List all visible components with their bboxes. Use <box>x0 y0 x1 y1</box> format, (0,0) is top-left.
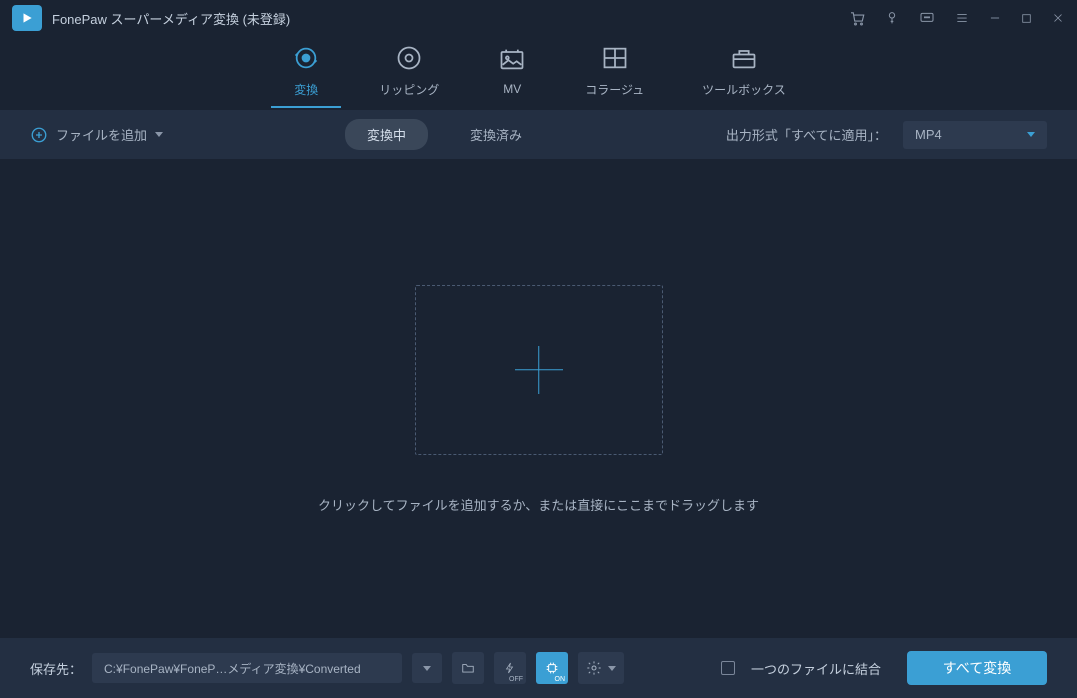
save-to-label: 保存先： <box>30 659 82 678</box>
ripping-icon <box>394 43 424 73</box>
tab-label: リッピング <box>379 81 439 98</box>
tab-mv[interactable]: MV <box>497 44 527 102</box>
gpu-toggle[interactable]: ON <box>536 652 568 684</box>
tab-collage[interactable]: コラージュ <box>585 43 644 104</box>
convert-all-button[interactable]: すべて変換 <box>907 651 1047 685</box>
output-format-select[interactable]: MP4 <box>903 121 1047 149</box>
key-icon[interactable] <box>884 10 900 26</box>
close-icon[interactable] <box>1051 11 1065 25</box>
settings-button[interactable] <box>578 652 624 684</box>
lightning-icon <box>504 660 516 676</box>
app-logo <box>12 5 42 31</box>
chevron-down-icon <box>423 666 431 671</box>
tab-label: コラージュ <box>585 81 644 98</box>
chevron-down-icon <box>1027 132 1035 137</box>
toolbox-icon <box>729 43 759 73</box>
main-nav: 変換 リッピング MV コラージュ ツールボックス <box>0 36 1077 110</box>
tab-toolbox[interactable]: ツールボックス <box>702 43 786 104</box>
plus-icon <box>515 346 563 394</box>
file-dropzone[interactable] <box>415 285 663 455</box>
tab-label: 変換 <box>294 81 318 98</box>
minimize-icon[interactable] <box>988 11 1002 25</box>
save-path-dropdown[interactable] <box>412 653 442 683</box>
tab-label: MV <box>503 82 521 96</box>
lightning-status: OFF <box>509 676 523 683</box>
collage-icon <box>600 43 630 73</box>
output-format-value: MP4 <box>915 127 942 142</box>
gpu-status: ON <box>555 676 566 683</box>
tab-label: ツールボックス <box>702 81 786 98</box>
converting-tab[interactable]: 変換中 <box>345 119 428 150</box>
open-folder-button[interactable] <box>452 652 484 684</box>
mv-icon <box>497 44 527 74</box>
plus-circle-icon <box>30 126 48 144</box>
menu-icon[interactable] <box>954 11 970 25</box>
convert-icon <box>291 43 321 73</box>
folder-icon <box>460 661 476 675</box>
cart-icon[interactable] <box>848 9 866 27</box>
converted-tab[interactable]: 変換済み <box>448 119 544 150</box>
output-format-label: 出力形式「すべてに適用」： <box>726 125 887 144</box>
add-file-button[interactable]: ファイルを追加 <box>30 125 163 144</box>
merge-checkbox[interactable] <box>721 661 735 675</box>
lightning-toggle[interactable]: OFF <box>494 652 526 684</box>
save-path-field[interactable]: C:¥FonePaw¥FoneP…メディア変換¥Converted <box>92 653 402 683</box>
chevron-down-icon <box>155 132 163 137</box>
feedback-icon[interactable] <box>918 10 936 26</box>
tab-ripping[interactable]: リッピング <box>379 43 439 104</box>
merge-label: 一つのファイルに結合 <box>751 659 881 678</box>
tab-convert[interactable]: 変換 <box>291 43 321 104</box>
cpu-icon <box>544 660 560 676</box>
dropzone-hint: クリックしてファイルを追加するか、または直接にここまでドラッグします <box>318 495 759 514</box>
add-file-label: ファイルを追加 <box>56 125 147 144</box>
maximize-icon[interactable] <box>1020 12 1033 25</box>
gear-icon <box>586 660 602 676</box>
chevron-down-icon <box>608 666 616 671</box>
app-title: FonePaw スーパーメディア変換 (未登録) <box>52 9 290 28</box>
